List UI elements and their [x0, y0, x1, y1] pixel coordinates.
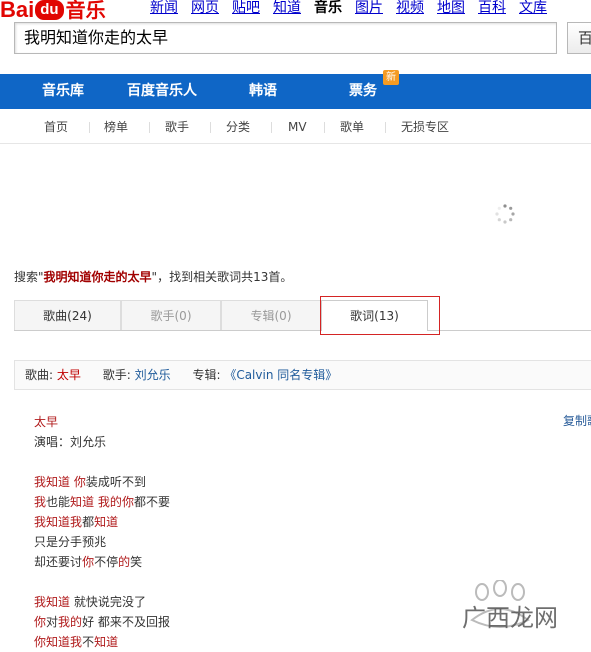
- search-input[interactable]: 我明知道你走的太早: [14, 22, 557, 54]
- summary-query: 我明知道你走的太早: [43, 270, 152, 284]
- topnav-item-baike[interactable]: 百科: [478, 0, 506, 16]
- song-info-bar: 歌曲: 太早 歌手: 刘允乐 专辑: 《Calvin 同名专辑》: [14, 360, 591, 390]
- lyric-line: 我知道 你装成听不到: [34, 472, 574, 492]
- subnav-divider: [149, 122, 150, 133]
- nav-item-tickets[interactable]: 票务: [349, 74, 377, 109]
- search-button[interactable]: 百: [567, 22, 591, 54]
- top-nav: 新闻 网页 贴吧 知道 音乐 图片 视频 地图 百科 文库: [150, 0, 560, 16]
- summary-prefix: 搜索": [14, 270, 44, 284]
- logo-music-text: 音乐: [65, 0, 106, 22]
- baidu-logo[interactable]: Bai du 音乐: [0, 0, 106, 22]
- topnav-item-map[interactable]: 地图: [437, 0, 465, 16]
- tab-artists[interactable]: 歌手(0): [121, 300, 221, 330]
- album-label: 专辑:: [192, 368, 221, 382]
- subnav-item-charts[interactable]: 榜单: [104, 109, 128, 144]
- lyric-line: 只是分手预兆: [34, 532, 574, 552]
- subnav-item-categories[interactable]: 分类: [226, 109, 250, 144]
- results-summary: 搜索"我明知道你走的太早"，找到相关歌词共13首。: [14, 268, 292, 285]
- topnav-item-tieba[interactable]: 贴吧: [232, 0, 260, 16]
- subnav-divider: [385, 122, 386, 133]
- highlight-annotation: [320, 296, 440, 335]
- subnav-item-lossless[interactable]: 无损专区: [401, 109, 449, 144]
- lyric-text: 只是分手预兆: [34, 535, 107, 549]
- result-tabs: 歌曲(24) 歌手(0) 专辑(0) 歌词(13): [14, 300, 591, 331]
- nav-item-korean[interactable]: 韩语: [249, 74, 277, 109]
- subnav-item-home[interactable]: 首页: [44, 109, 68, 144]
- lyric-text: 我也能知道 我的你都不要: [34, 495, 170, 509]
- lyrics-singer: 演唱：刘允乐: [34, 435, 107, 449]
- subnav-item-mv[interactable]: MV: [288, 109, 307, 144]
- topnav-item-web[interactable]: 网页: [191, 0, 219, 16]
- topnav-item-video[interactable]: 视频: [396, 0, 424, 16]
- lyric-line: 却还要讨你不停的笑: [34, 552, 574, 572]
- topnav-item-wenku[interactable]: 文库: [519, 0, 547, 16]
- lyric-line: 我也能知道 我的你都不要: [34, 492, 574, 512]
- loading-spinner-icon: [495, 204, 515, 224]
- watermark-text: 广西龙网: [462, 604, 558, 632]
- song-link[interactable]: 太早: [57, 368, 81, 382]
- topnav-item-images[interactable]: 图片: [355, 0, 383, 16]
- lyric-text: 却还要讨你不停的笑: [34, 555, 143, 569]
- summary-suffix: "，找到相关歌词共13首。: [151, 270, 293, 284]
- album-link[interactable]: 《Calvin 同名专辑》: [224, 368, 337, 382]
- lyric-line: 我知道我都知道: [34, 512, 574, 532]
- main-nav: 音乐库 百度音乐人 韩语 票务: [0, 74, 591, 109]
- subnav-item-artists[interactable]: 歌手: [165, 109, 189, 144]
- lyric-text: 我知道 就快说完没了: [34, 595, 146, 609]
- subnav-divider: [89, 122, 90, 133]
- lyric-text: 你对我的好 都来不及回报: [34, 615, 170, 629]
- logo-paw: du: [35, 0, 64, 20]
- lyrics-title: 太早: [34, 415, 59, 429]
- song-label: 歌曲:: [25, 368, 54, 382]
- tab-albums[interactable]: 专辑(0): [221, 300, 321, 330]
- logo-text: Bai: [0, 0, 35, 22]
- artist-label: 歌手:: [102, 368, 131, 382]
- subnav-item-playlists[interactable]: 歌单: [340, 109, 364, 144]
- subnav-divider: [324, 122, 325, 133]
- lyric-text: 我知道 你装成听不到: [34, 475, 146, 489]
- new-badge: 新: [383, 70, 399, 85]
- sub-nav: 首页 榜单 歌手 分类 MV 歌单 无损专区: [0, 109, 591, 144]
- topnav-item-zhidao[interactable]: 知道: [273, 0, 301, 16]
- subnav-divider: [210, 122, 211, 133]
- topnav-item-news[interactable]: 新闻: [150, 0, 178, 16]
- nav-item-music-library[interactable]: 音乐库: [42, 74, 84, 109]
- nav-item-baidu-musician[interactable]: 百度音乐人: [127, 74, 197, 109]
- lyric-text: 我知道我都知道: [34, 515, 119, 529]
- topnav-item-music[interactable]: 音乐: [314, 0, 342, 16]
- artist-link[interactable]: 刘允乐: [135, 368, 171, 382]
- tab-songs[interactable]: 歌曲(24): [14, 300, 121, 330]
- lyric-text: 你知道我不知道: [34, 635, 119, 649]
- subnav-divider: [271, 122, 272, 133]
